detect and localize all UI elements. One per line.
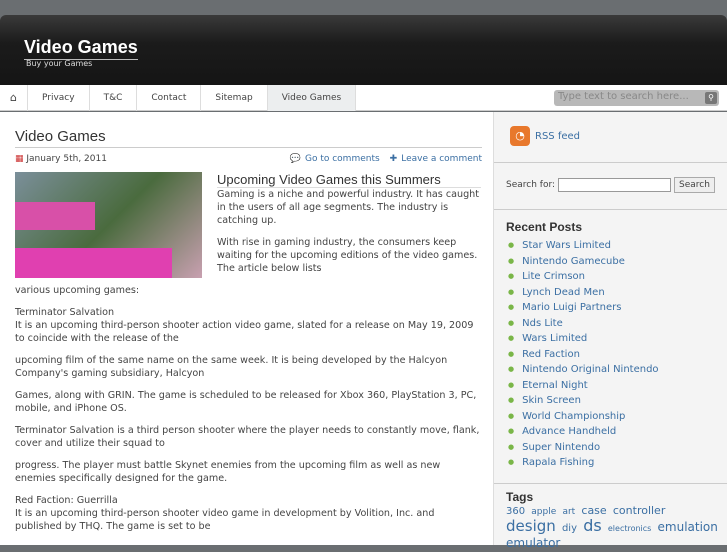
recent-post-link[interactable]: Nintendo Original Nintendo bbox=[508, 362, 727, 378]
tag-link[interactable]: design bbox=[506, 517, 556, 535]
tag-link[interactable]: emulation bbox=[658, 520, 718, 534]
nav-sitemap[interactable]: Sitemap bbox=[201, 84, 268, 111]
main-content: Video Games ▦ January 5th, 2011 💬 Go to … bbox=[0, 112, 493, 545]
comments-icon: 💬 bbox=[289, 154, 301, 164]
tag-link[interactable]: case bbox=[581, 504, 606, 517]
nav-tc[interactable]: T&C bbox=[90, 84, 138, 111]
search-button[interactable]: Search bbox=[674, 177, 715, 193]
post-title[interactable]: Video Games bbox=[15, 128, 482, 148]
tags-title: Tags bbox=[506, 489, 534, 504]
recent-post-link[interactable]: Rapala Fishing bbox=[508, 455, 727, 471]
calendar-icon: ▦ bbox=[15, 154, 27, 164]
post-paragraph: Games, along with GRIN. The game is sche… bbox=[15, 390, 477, 414]
leave-comment-link[interactable]: Leave a comment bbox=[401, 154, 482, 164]
post-paragraph: Terminator Salvation It is an upcoming t… bbox=[15, 307, 474, 344]
tag-cloud: 360 apple art case controller design diy… bbox=[506, 504, 721, 552]
recent-post-link[interactable]: Lite Crimson bbox=[508, 269, 727, 285]
sidebar: ◔ RSS feed Search for: Search Recent Pos… bbox=[493, 112, 727, 550]
post-paragraph: upcoming film of the same name on the sa… bbox=[15, 355, 448, 379]
sidebar-search-input[interactable] bbox=[558, 178, 672, 192]
nav-contact[interactable]: Contact bbox=[137, 84, 202, 111]
post-paragraph: Terminator Salvation is a third person s… bbox=[15, 425, 480, 449]
tag-link[interactable]: electronics bbox=[608, 524, 651, 533]
site-title[interactable]: Video Games bbox=[24, 37, 138, 60]
post-paragraph: Red Faction: Guerrilla It is an upcoming… bbox=[15, 495, 435, 532]
search-label: Search for: bbox=[506, 180, 556, 190]
recent-post-link[interactable]: Star Wars Limited bbox=[508, 238, 727, 254]
recent-post-link[interactable]: World Championship bbox=[508, 409, 727, 425]
search-placeholder: Type text to search here... bbox=[558, 91, 689, 102]
recent-post-link[interactable]: Skin Screen bbox=[508, 393, 727, 409]
recent-post-link[interactable]: Red Faction bbox=[508, 347, 727, 363]
search-icon[interactable]: ⚲ bbox=[705, 92, 717, 104]
top-search-input[interactable]: Type text to search here... ⚲ bbox=[554, 90, 719, 106]
rss-icon[interactable]: ◔ bbox=[510, 126, 530, 146]
post-subtitle: Upcoming Video Games this Summers bbox=[217, 172, 481, 188]
rss-feed-link[interactable]: RSS feed bbox=[535, 131, 580, 142]
tag-link[interactable]: art bbox=[562, 507, 575, 517]
recent-post-link[interactable]: Advance Handheld bbox=[508, 424, 727, 440]
recent-post-link[interactable]: Wars Limited bbox=[508, 331, 727, 347]
tag-link[interactable]: diy bbox=[562, 523, 577, 534]
go-to-comments-link[interactable]: Go to comments bbox=[305, 154, 380, 164]
recent-post-link[interactable]: Lynch Dead Men bbox=[508, 285, 727, 301]
tag-link[interactable]: emulator bbox=[506, 536, 560, 550]
recent-posts-list: Star Wars LimitedNintendo GamecubeLite C… bbox=[508, 238, 727, 471]
home-icon[interactable]: ⌂ bbox=[0, 84, 28, 111]
recent-post-link[interactable]: Nds Lite bbox=[508, 316, 727, 332]
recent-post-link[interactable]: Nintendo Gamecube bbox=[508, 254, 727, 270]
tag-link[interactable]: ds bbox=[583, 516, 602, 535]
post-paragraph: various upcoming games: bbox=[15, 285, 140, 296]
leave-comment-icon: ✚ bbox=[389, 154, 398, 164]
post-image bbox=[15, 172, 202, 278]
nav-video-games[interactable]: Video Games bbox=[267, 84, 357, 111]
tag-link[interactable]: apple bbox=[531, 507, 556, 517]
recent-post-link[interactable]: Super Nintendo bbox=[508, 440, 727, 456]
recent-post-link[interactable]: Eternal Night bbox=[508, 378, 727, 394]
tag-link[interactable]: controller bbox=[613, 504, 665, 517]
site-header: Video Games Buy your Games bbox=[0, 15, 727, 85]
nav-privacy[interactable]: Privacy bbox=[28, 84, 90, 111]
site-tagline: Buy your Games bbox=[26, 59, 93, 68]
post-date: January 5th, 2011 bbox=[26, 154, 107, 164]
recent-posts-title: Recent Posts bbox=[506, 220, 583, 234]
main-nav: ⌂ Privacy T&C Contact Sitemap Video Game… bbox=[0, 84, 727, 111]
recent-post-link[interactable]: Mario Luigi Partners bbox=[508, 300, 727, 316]
post-paragraph: progress. The player must battle Skynet … bbox=[15, 460, 441, 484]
tag-link[interactable]: 360 bbox=[506, 506, 525, 517]
